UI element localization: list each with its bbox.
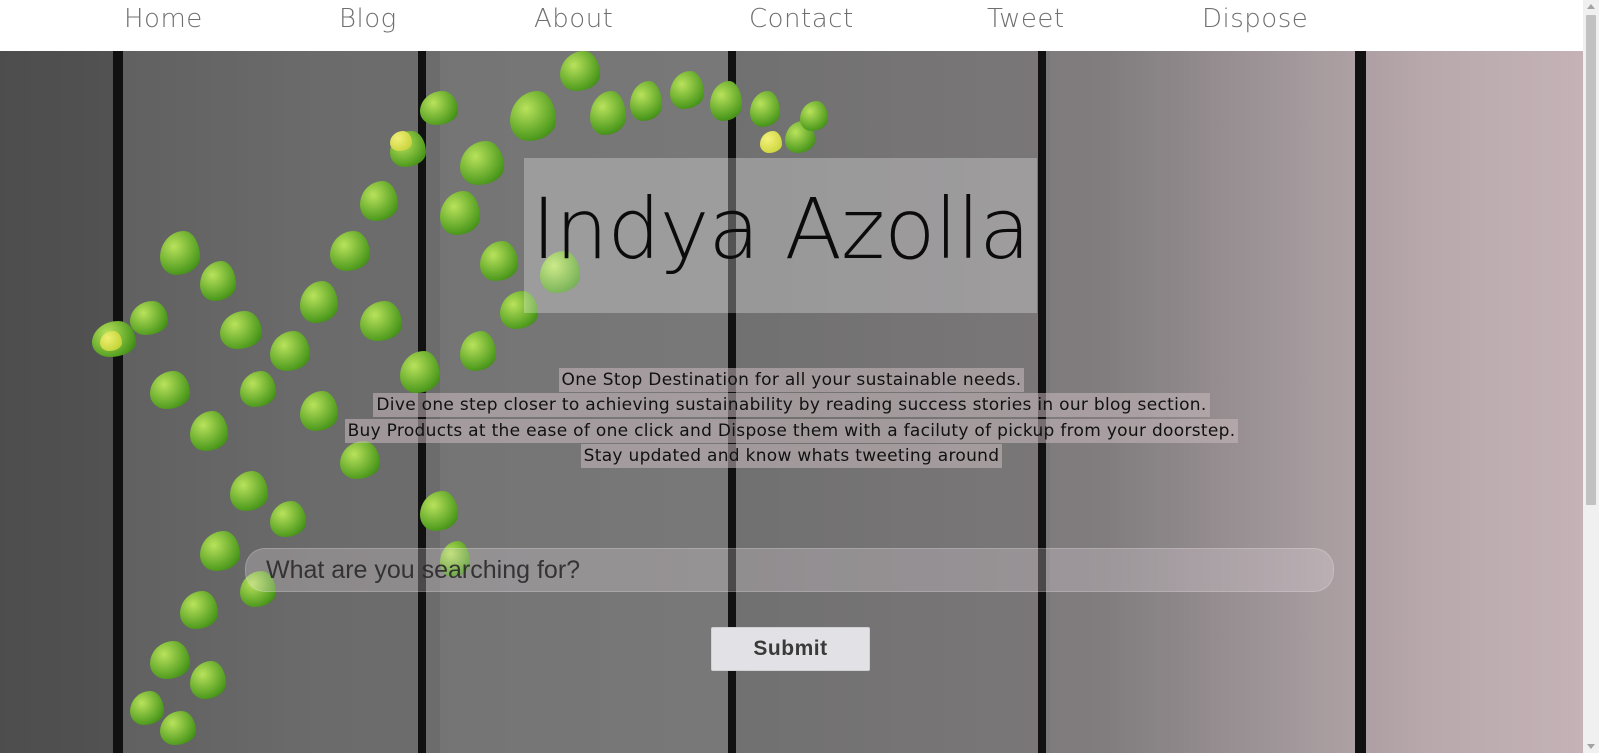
tagline-text: Dive one step closer to achieving sustai… <box>373 393 1210 417</box>
tagline-line-3: Buy Products at the ease of one click an… <box>0 419 1583 443</box>
tagline-text: Stay updated and know whats tweeting aro… <box>580 444 1003 468</box>
scroll-thumb[interactable] <box>1586 15 1596 505</box>
tagline-line-2: Dive one step closer to achieving sustai… <box>0 393 1583 417</box>
nav-link-tweet[interactable]: Tweet <box>987 0 1065 38</box>
search-input[interactable] <box>245 548 1334 592</box>
tagline-line-4: Stay updated and know whats tweeting aro… <box>0 444 1583 468</box>
nav-link-blog[interactable]: Blog <box>339 0 397 38</box>
tagline-text: Buy Products at the ease of one click an… <box>344 419 1239 443</box>
nav-link-about[interactable]: About <box>534 0 613 38</box>
nav-link-contact[interactable]: Contact <box>749 0 854 38</box>
hero-section: Indya Azolla One Stop Destination for al… <box>0 51 1583 753</box>
tagline-text: One Stop Destination for all your sustai… <box>558 368 1025 392</box>
vertical-scrollbar[interactable] <box>1583 0 1599 753</box>
site-title-box: Indya Azolla <box>524 158 1037 313</box>
scroll-up-icon[interactable] <box>1587 4 1595 9</box>
nav-link-home[interactable]: Home <box>124 0 203 38</box>
tagline-line-1: One Stop Destination for all your sustai… <box>0 368 1583 392</box>
site-title: Indya Azolla <box>531 180 1030 278</box>
scroll-down-icon[interactable] <box>1587 744 1595 749</box>
top-navigation: Home Blog About Contact Tweet Dispose <box>0 0 1583 51</box>
nav-link-dispose[interactable]: Dispose <box>1202 0 1308 38</box>
submit-button[interactable]: Submit <box>711 627 870 671</box>
